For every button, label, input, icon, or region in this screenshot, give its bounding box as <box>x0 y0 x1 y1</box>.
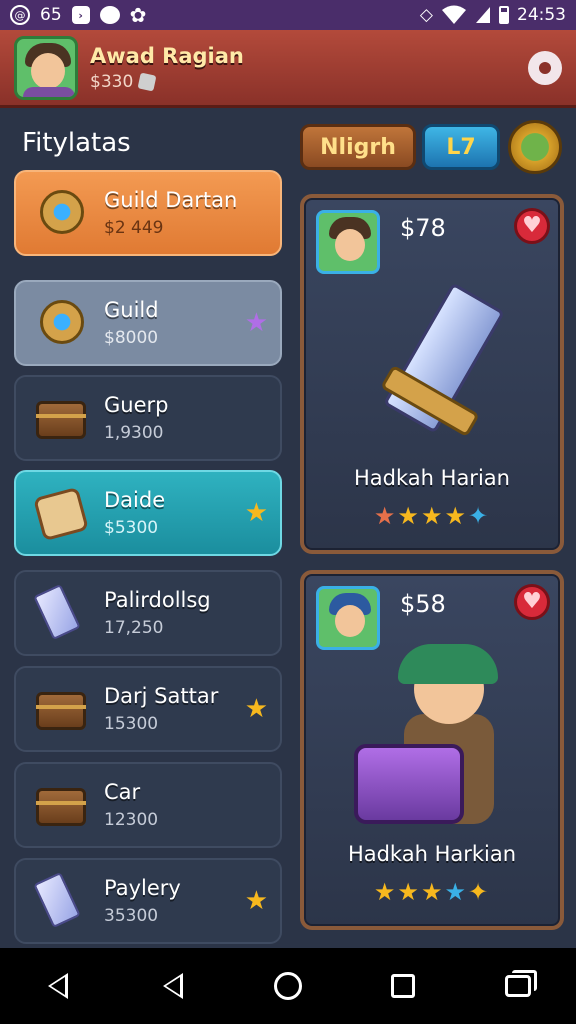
item-title: Palirdollsg <box>104 588 211 612</box>
item-price: $5300 <box>104 518 159 538</box>
signal-icon <box>476 7 490 23</box>
star-icon: ✦ <box>467 502 491 530</box>
card-name: Hadkah Harian <box>354 466 510 490</box>
list-item[interactable]: Guild Dartan $2 449 <box>14 170 282 256</box>
item-price: 1,9300 <box>104 423 164 443</box>
heart-icon[interactable]: ♥ <box>514 584 550 620</box>
chest-icon <box>28 774 94 836</box>
settings-gear-icon[interactable] <box>528 50 562 85</box>
star-icon: ✦ <box>467 878 491 906</box>
night-button[interactable]: Nligrh <box>300 124 416 170</box>
gold-star-icon: ★ <box>244 694 268 724</box>
system-nav-bar <box>0 948 576 1024</box>
rotate-icon: ◇ <box>419 5 433 25</box>
dice-icon <box>137 72 157 91</box>
recents-icon[interactable] <box>383 966 423 1006</box>
list-item[interactable]: Paylery 35300 ★ <box>14 858 282 944</box>
item-price: 12300 <box>104 810 159 830</box>
item-price: $8000 <box>104 328 159 348</box>
list-item[interactable]: Car 12300 <box>14 762 282 848</box>
item-title: Darj Sattar <box>104 684 219 708</box>
card-price: $78 <box>400 214 446 242</box>
item-title: Guild Dartan <box>104 188 238 212</box>
chest-icon <box>28 387 94 449</box>
magnifier-icon <box>28 292 94 354</box>
multiwindow-icon[interactable] <box>498 966 538 1006</box>
star-icon: ★ <box>373 878 398 906</box>
star-icon: ★ <box>444 878 468 906</box>
gold-coin-button-icon[interactable] <box>508 120 562 174</box>
amulet-icon <box>28 182 94 244</box>
heart-icon[interactable]: ♥ <box>514 208 550 244</box>
wifi-icon <box>442 5 466 24</box>
star-icon: ★ <box>444 502 468 530</box>
player-avatar[interactable] <box>14 35 78 100</box>
item-title: Guerp <box>104 393 169 417</box>
notification-icon: @ <box>10 5 30 25</box>
player-name: Awad Ragian <box>90 43 244 68</box>
card-rating: ★★★★✦ <box>304 502 560 530</box>
back-alt-icon[interactable] <box>153 966 193 1006</box>
card-price: $58 <box>400 590 446 618</box>
app-icon: › <box>71 6 90 24</box>
sword-icon <box>344 278 524 468</box>
crystal-icon <box>28 582 94 644</box>
item-title: Guild <box>104 298 159 322</box>
list-item[interactable]: Daide $5300 ★ <box>14 470 282 556</box>
card-name: Hadkah Harkian <box>347 842 517 866</box>
item-card[interactable]: $58 ♥ Hadkah Harkian ★★★★✦ <box>300 570 564 930</box>
level-button[interactable]: L7 <box>422 124 500 170</box>
gold-star-icon: ★ <box>244 498 268 528</box>
card-avatar <box>316 210 380 274</box>
star-icon: ★ <box>373 502 398 530</box>
list-item[interactable]: Palirdollsg 17,250 <box>14 570 282 656</box>
player-header: Awad Ragian $330 <box>0 30 576 108</box>
chest-icon <box>28 678 94 740</box>
item-price: 35300 <box>104 906 159 926</box>
item-title: Paylery <box>104 876 181 900</box>
item-title: Car <box>104 780 141 804</box>
back-icon[interactable] <box>38 966 78 1006</box>
item-price: 15300 <box>104 714 159 734</box>
item-card[interactable]: $78 ♥ Hadkah Harian ★★★★✦ <box>300 194 564 554</box>
gear-status-icon: ✿ <box>129 3 147 27</box>
clock: 24:53 <box>517 5 566 25</box>
player-coins: $330 <box>90 72 244 92</box>
list-item[interactable]: Guerp 1,9300 <box>14 375 282 461</box>
adventurer-icon <box>344 644 524 844</box>
section-title: Fitylatas <box>22 128 131 158</box>
battery-icon <box>499 6 509 24</box>
purple-star-icon: ★ <box>244 308 268 338</box>
star-icon: ★ <box>397 878 421 906</box>
notification-count: 65 <box>40 5 62 25</box>
star-icon: ★ <box>420 502 445 530</box>
crystal-icon <box>28 870 94 932</box>
card-avatar <box>316 586 380 650</box>
player-info: Awad Ragian $330 <box>90 44 244 92</box>
star-icon: ★ <box>397 502 421 530</box>
list-item[interactable]: Darj Sattar 15300 ★ <box>14 666 282 752</box>
status-bar: @ 65 › ✿ ◇ 24:53 <box>0 0 576 30</box>
card-rating: ★★★★✦ <box>304 878 560 906</box>
home-icon[interactable] <box>268 966 308 1006</box>
player-coins-value: $330 <box>90 71 134 92</box>
item-price: $2 449 <box>104 218 164 238</box>
gold-star-icon: ★ <box>244 886 268 916</box>
item-title: Daide <box>104 488 166 512</box>
item-price: 17,250 <box>104 618 164 638</box>
chat-icon <box>99 6 120 24</box>
list-item[interactable]: Guild $8000 ★ <box>14 280 282 366</box>
scroll-icon <box>28 482 94 544</box>
star-icon: ★ <box>420 878 445 906</box>
